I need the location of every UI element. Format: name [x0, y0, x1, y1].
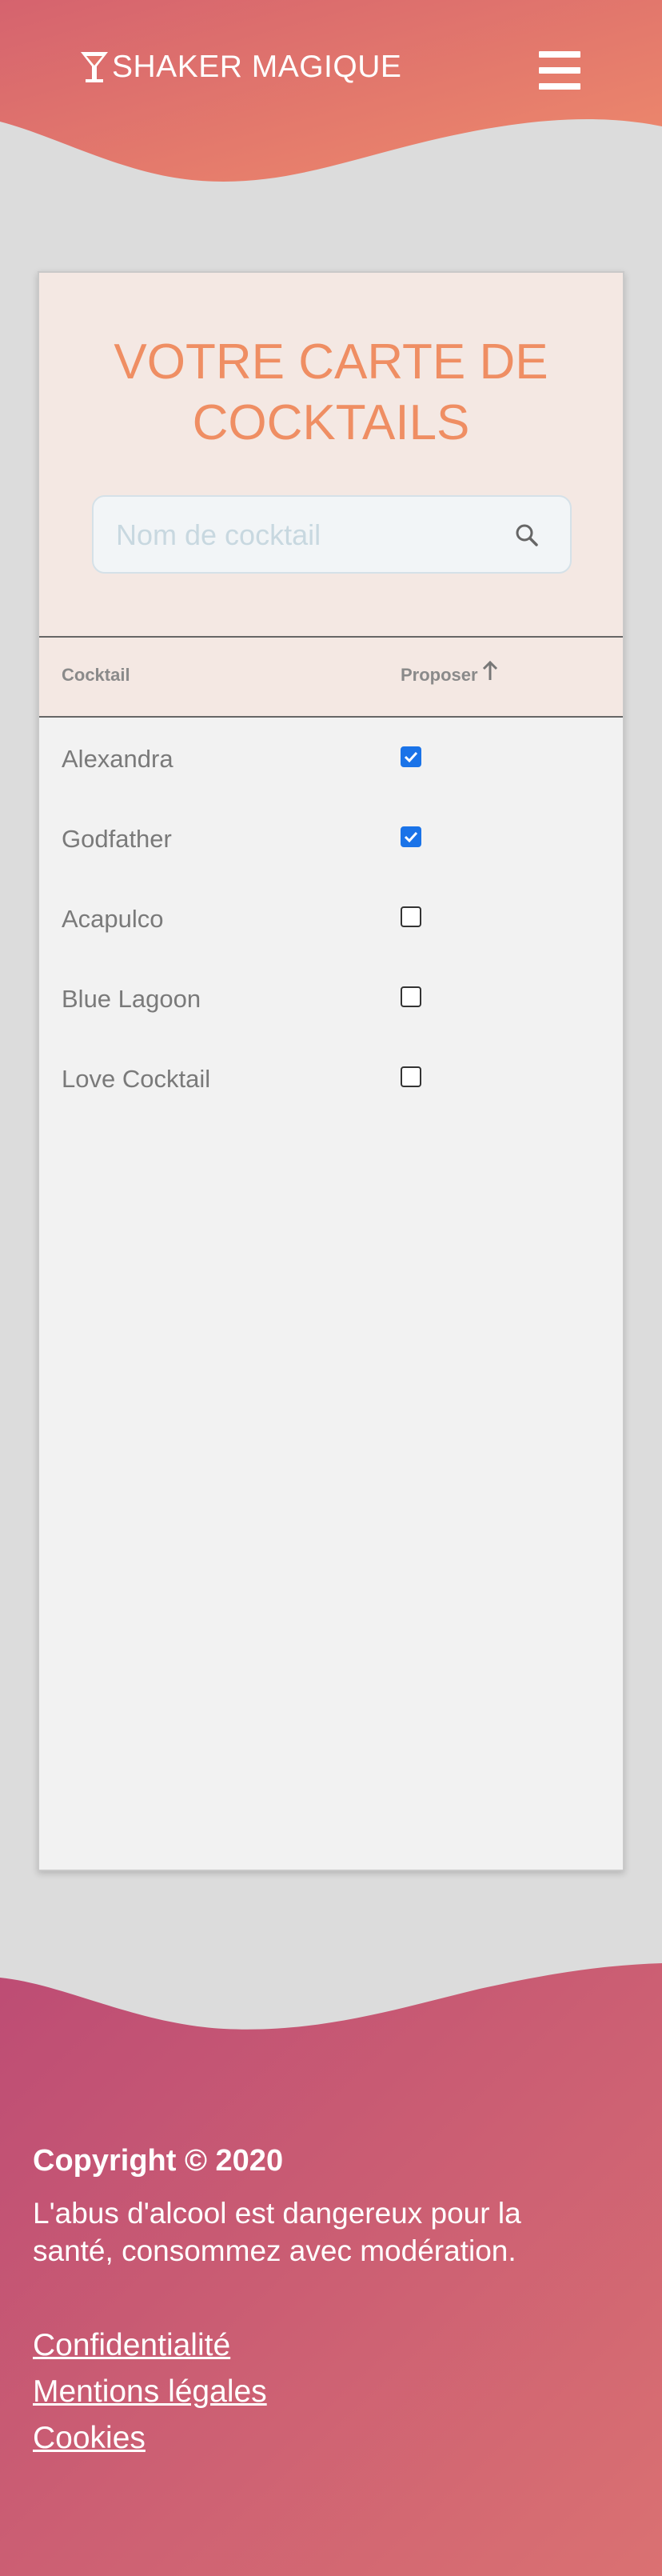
- cocktail-name: Blue Lagoon: [62, 985, 201, 1013]
- privacy-link[interactable]: Confidentialité: [33, 2322, 608, 2369]
- page-title: VOTRE CARTE DE COCKTAILS: [39, 332, 623, 454]
- checkmark-icon: [404, 831, 418, 843]
- cocktail-name: Acapulco: [62, 905, 164, 933]
- propose-checkbox[interactable]: [401, 906, 421, 927]
- title-line-1: VOTRE CARTE DE: [114, 334, 548, 390]
- table-row: Alexandra: [39, 718, 623, 798]
- legal-notice-link[interactable]: Mentions légales: [33, 2369, 608, 2415]
- card-header: VOTRE CARTE DE COCKTAILS: [39, 273, 623, 638]
- cocktail-card: VOTRE CARTE DE COCKTAILS Cocktail Propos…: [38, 271, 624, 1871]
- cookies-link[interactable]: Cookies: [33, 2415, 608, 2462]
- propose-checkbox[interactable]: [401, 1066, 421, 1087]
- cocktail-name: Love Cocktail: [62, 1065, 211, 1093]
- column-header-proposer[interactable]: Proposer: [401, 660, 499, 686]
- page: SHAKER MAGIQUE VOTRE CARTE DE COCKTAILS: [0, 0, 662, 2576]
- checkmark-icon: [404, 751, 418, 763]
- footer-content: Copyright © 2020 L'abus d'alcool est dan…: [33, 2144, 608, 2462]
- propose-checkbox[interactable]: [401, 986, 421, 1007]
- table-row: Blue Lagoon: [39, 958, 623, 1038]
- brand-name: SHAKER MAGIQUE: [112, 50, 402, 84]
- search-box: [92, 495, 572, 574]
- arrow-up-icon: [482, 660, 497, 680]
- propose-checkbox[interactable]: [401, 746, 421, 767]
- site-footer: Copyright © 2020 L'abus d'alcool est dan…: [0, 1936, 662, 2576]
- table-row: Acapulco: [39, 878, 623, 958]
- copyright: Copyright © 2020: [33, 2144, 284, 2178]
- cocktail-glass-icon: [78, 50, 110, 85]
- cocktail-name: Godfather: [62, 825, 172, 853]
- column-header-proposer-label: Proposer: [401, 665, 478, 685]
- site-header: SHAKER MAGIQUE: [0, 0, 662, 192]
- propose-checkbox[interactable]: [401, 826, 421, 847]
- header-wave-background: [0, 0, 662, 182]
- table-row: Godfather: [39, 798, 623, 878]
- search-icon[interactable]: [512, 521, 541, 550]
- alcohol-disclaimer: L'abus d'alcool est dangereux pour la sa…: [33, 2197, 521, 2267]
- table-body: Alexandra Godfather Acapulco Blue Lagoon Lov…: [39, 718, 623, 1118]
- cocktail-name: Alexandra: [62, 745, 173, 773]
- search-input[interactable]: [116, 514, 500, 556]
- column-header-cocktail-label: Cocktail: [62, 665, 130, 685]
- title-line-2: COCKTAILS: [192, 395, 470, 450]
- column-header-cocktail[interactable]: Cocktail: [62, 665, 130, 686]
- brand[interactable]: SHAKER MAGIQUE: [78, 50, 401, 85]
- table-row: Love Cocktail: [39, 1038, 623, 1118]
- hamburger-menu-icon[interactable]: [537, 51, 582, 90]
- table-header: Cocktail Proposer: [39, 636, 623, 718]
